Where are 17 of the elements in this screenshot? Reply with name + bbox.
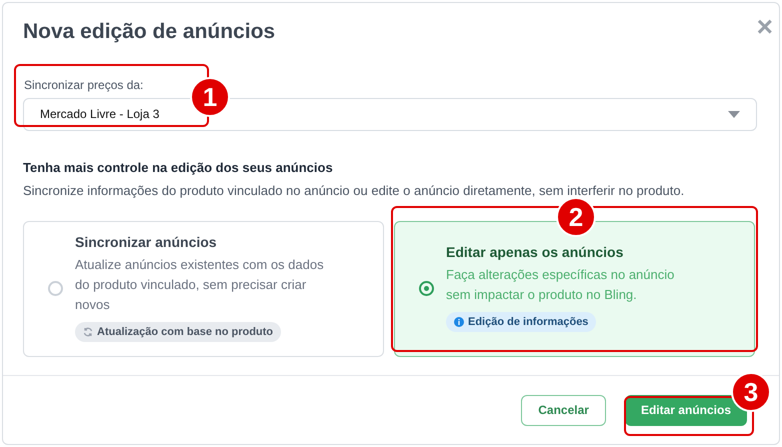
section-description: Sincronize informações do produto vinculado no anúncio ou edite o anúncio diretamente, sem interferir no produto. [23,182,684,200]
radio-button[interactable] [48,281,63,296]
option-title: Editar apenas os anúncios [446,243,624,262]
option-description: Faça alterações específicas no anúncio sem impactar o produto no Bling. [446,266,676,304]
refresh-icon [83,327,93,337]
option-description: Atualize anúncios existentes com os dados do produto vinculado, sem precisar criar novos [75,256,325,314]
tag-badge: Atualização com base no produto [75,322,282,342]
option-title: Sincronizar anúncios [75,233,217,252]
cancel-button[interactable]: Cancelar [521,394,606,426]
field-label: Sincronizar preços da: [23,76,144,94]
info-icon [454,317,464,327]
dialog-title: Nova edição de anúncios [23,19,276,45]
option-card[interactable]: Sincronizar anúncios Atualize anúncios existentes com os dados do produto vinculado, sem precisar criar novos Atualização com base no produto [23,220,384,356]
caret-icon [728,110,740,118]
section-heading: Tenha mais controle na edição dos seus anúncios [23,158,334,177]
radio-button[interactable] [419,281,434,296]
tag-badge: Edição de informações [446,312,596,332]
